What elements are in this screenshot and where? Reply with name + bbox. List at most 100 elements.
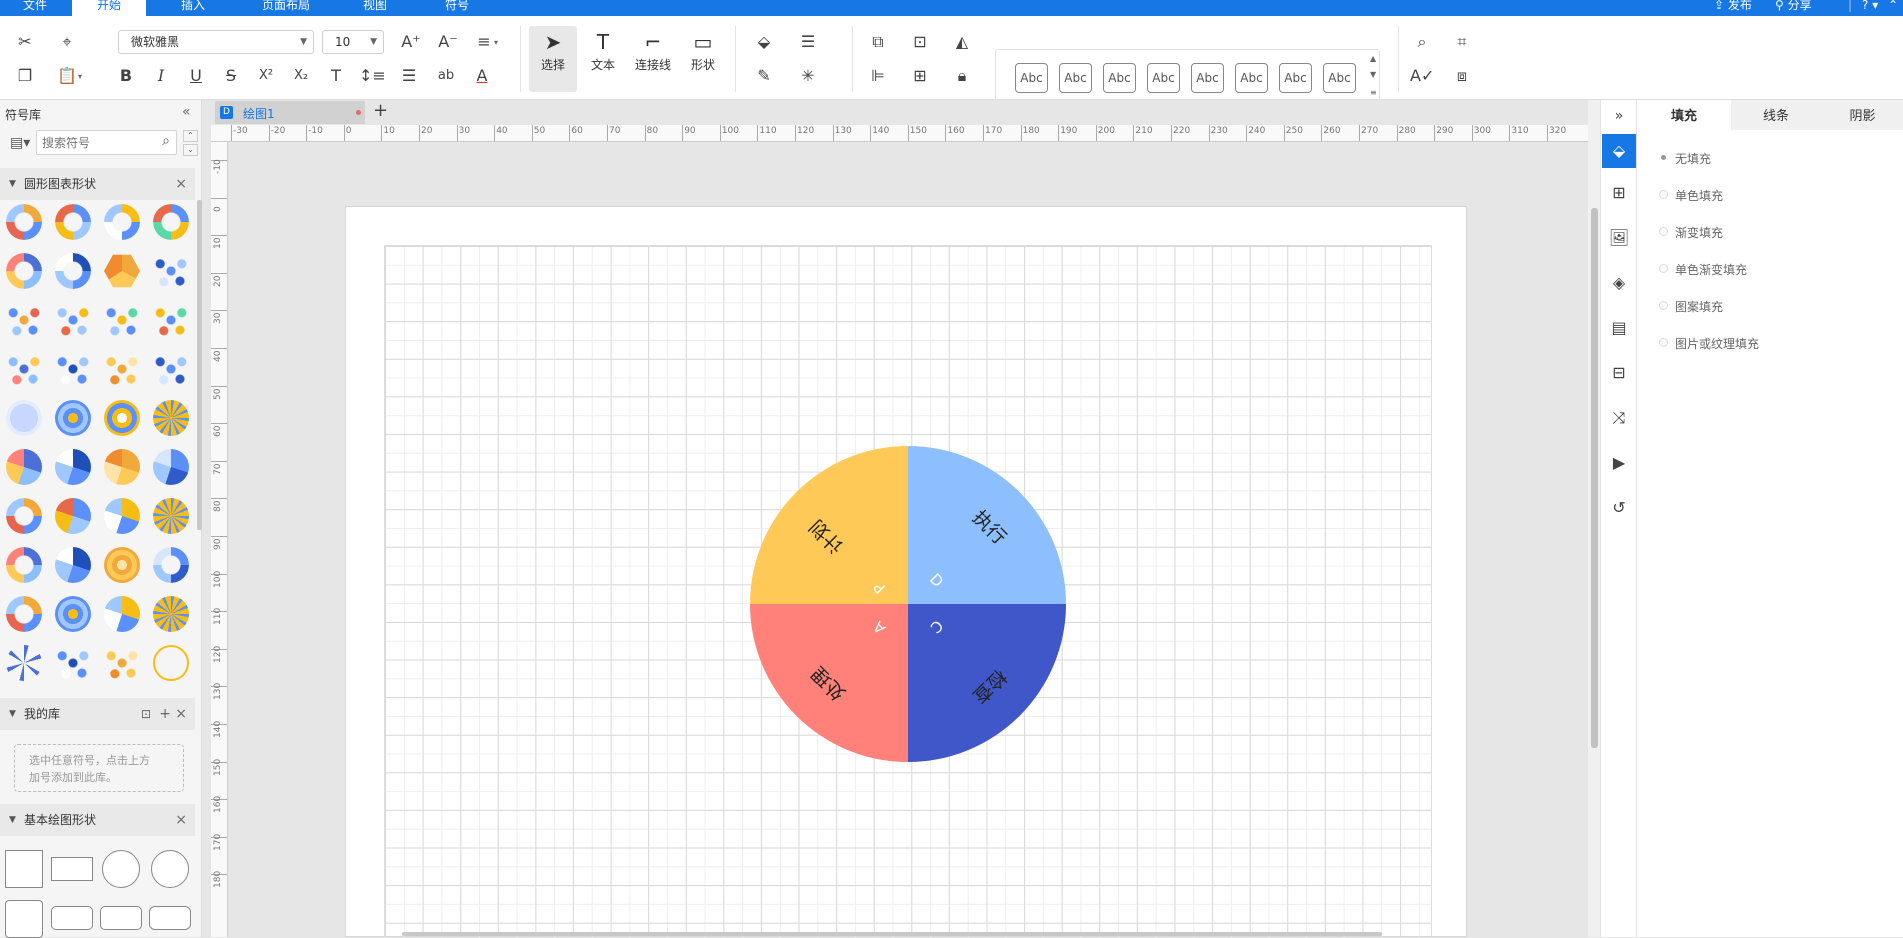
circle-chart-thumbnail[interactable] — [104, 254, 140, 288]
radio-icon[interactable] — [1659, 264, 1668, 273]
circle-chart-thumbnail[interactable] — [55, 645, 91, 681]
align-objects-icon[interactable]: ⊫ — [866, 64, 890, 88]
close-icon[interactable]: × — [175, 698, 187, 730]
shape-rounded-rectangle[interactable] — [51, 906, 93, 930]
section-header-my-library[interactable]: ▼ 我的库 ⊡ + × — [0, 698, 195, 730]
circle-chart-thumbnail[interactable] — [55, 596, 91, 632]
style-preset-5[interactable]: Abc — [1191, 63, 1224, 93]
menu-tab-symbol[interactable]: 符号 — [440, 0, 474, 16]
library-manage-icon[interactable]: ▤▾ — [10, 135, 30, 151]
gallery-more-icon[interactable]: ≡ — [1370, 88, 1377, 97]
fill-bucket-icon[interactable]: ⬙ — [752, 30, 776, 54]
paste-dropdown-icon[interactable]: ▾ — [78, 72, 82, 81]
circle-chart-thumbnail[interactable] — [153, 204, 189, 240]
collapse-panel-icon[interactable]: « — [182, 104, 191, 120]
circle-chart-thumbnail[interactable] — [153, 253, 189, 289]
horizontal-scrollbar[interactable] — [402, 932, 1382, 936]
shuffle-icon[interactable]: ⤨ — [1607, 406, 1631, 430]
collapse-ribbon-icon[interactable]: ⌃ — [1888, 0, 1898, 16]
crop-icon[interactable]: ⌗ — [1450, 30, 1474, 54]
bring-front-icon[interactable]: ⧉ — [866, 30, 890, 54]
shape-rectangle[interactable] — [51, 857, 93, 881]
underline-icon[interactable]: U — [184, 64, 208, 88]
fill-panel-icon[interactable]: ⬙ — [1602, 134, 1636, 168]
style-preset-4[interactable]: Abc — [1147, 63, 1180, 93]
align-icon[interactable]: ≡ — [472, 30, 496, 54]
italic-icon[interactable]: I — [149, 64, 173, 88]
text-transform-icon[interactable]: T — [324, 64, 348, 88]
left-panel-scrollbar[interactable] — [197, 200, 202, 530]
shape-rounded-square[interactable] — [5, 900, 43, 938]
radio-icon[interactable] — [1659, 227, 1668, 236]
pen-icon[interactable]: ✎ — [752, 64, 776, 88]
bold-icon[interactable]: B — [114, 64, 138, 88]
scroll-down-icon[interactable]: ⌄ — [183, 144, 198, 156]
find-replace-icon[interactable]: ⌕ — [1410, 30, 1434, 54]
spell-check-icon[interactable]: A✓ — [1410, 64, 1434, 88]
gallery-down-icon[interactable]: ▼ — [1370, 70, 1376, 79]
effects-icon[interactable]: ✳ — [796, 64, 820, 88]
menu-tab-page-layout[interactable]: 页面布局 — [258, 0, 314, 16]
style-preset-6[interactable]: Abc — [1235, 63, 1268, 93]
circle-chart-thumbnail[interactable] — [6, 400, 42, 436]
group-icon[interactable]: ⊡ — [908, 30, 932, 54]
line-style-icon[interactable]: ☰ — [796, 30, 820, 54]
circle-chart-thumbnail[interactable] — [6, 204, 42, 240]
vertical-scrollbar-thumb[interactable] — [1591, 208, 1598, 748]
circle-chart-thumbnail[interactable] — [55, 400, 91, 436]
gallery-up-icon[interactable]: ▲ — [1370, 54, 1376, 63]
close-icon[interactable]: × — [175, 804, 187, 836]
circle-chart-thumbnail[interactable] — [104, 449, 140, 485]
image-icon[interactable]: 🖼︎ — [1607, 226, 1631, 250]
pdca-diagram[interactable]: 计划 执行 检查 处理 P D C A — [748, 444, 1068, 764]
font-color-icon[interactable]: A — [470, 64, 494, 88]
symbol-search-input[interactable] — [42, 134, 150, 151]
tab-line[interactable]: 线条 — [1731, 100, 1821, 130]
circle-chart-thumbnail[interactable] — [55, 253, 91, 289]
cut-icon[interactable]: ✂ — [13, 30, 37, 54]
fill-option-gradient[interactable]: 渐变填充 — [1657, 224, 1723, 241]
radio-icon[interactable] — [1659, 301, 1668, 310]
expand-panel-icon[interactable]: » — [1607, 104, 1631, 128]
circle-chart-thumbnail[interactable] — [55, 351, 91, 387]
font-grow-icon[interactable]: A⁺ — [399, 30, 423, 54]
menu-tab-view[interactable]: 视图 — [358, 0, 392, 16]
paste-icon[interactable]: 📋 — [55, 64, 79, 88]
fill-option-solid[interactable]: 单色填充 — [1657, 187, 1723, 204]
style-preset-7[interactable]: Abc — [1279, 63, 1312, 93]
circle-chart-thumbnail[interactable] — [55, 449, 91, 485]
circle-chart-thumbnail[interactable] — [6, 449, 42, 485]
circle-chart-thumbnail[interactable] — [55, 498, 91, 534]
circle-chart-thumbnail[interactable] — [6, 498, 42, 534]
style-preset-2[interactable]: Abc — [1059, 63, 1092, 93]
radio-checked-icon[interactable] — [1661, 155, 1666, 160]
circle-chart-thumbnail[interactable] — [153, 400, 189, 436]
menu-tab-insert[interactable]: 插入 — [176, 0, 210, 16]
format-painter-icon[interactable]: ⌖ — [55, 30, 79, 54]
share-button[interactable]: ⚲ 分享 — [1775, 0, 1812, 16]
page-icon[interactable]: ▤ — [1607, 316, 1631, 340]
fill-option-mono-gradient[interactable]: 单色渐变填充 — [1657, 261, 1747, 278]
menu-tab-home[interactable]: 开始 — [72, 0, 146, 16]
flip-icon[interactable]: ◭ — [950, 30, 974, 54]
circle-chart-thumbnail[interactable] — [153, 596, 189, 632]
tab-shadow[interactable]: 阴影 — [1821, 100, 1903, 130]
close-icon[interactable]: × — [175, 168, 187, 200]
circle-chart-thumbnail[interactable] — [55, 547, 91, 583]
font-family-select[interactable]: 微软雅黑 ▼ — [118, 30, 314, 54]
circle-chart-thumbnail[interactable] — [104, 596, 140, 632]
superscript-icon[interactable]: X² — [254, 64, 278, 88]
section-header-circle-charts[interactable]: ▼ 圆形图表形状 × — [0, 168, 195, 200]
search-icon[interactable]: ⌕ — [162, 133, 170, 149]
circle-chart-thumbnail[interactable] — [153, 449, 189, 485]
circle-chart-thumbnail[interactable] — [153, 645, 189, 681]
style-preset-8[interactable]: Abc — [1323, 63, 1356, 93]
circle-chart-thumbnail[interactable] — [55, 302, 91, 338]
doc-tab-drawing1[interactable]: D 绘图1 — [215, 101, 365, 124]
text-tool-button[interactable]: T 文本 — [579, 26, 627, 72]
line-spacing-icon[interactable]: ↕≡ — [359, 64, 386, 88]
circle-chart-thumbnail[interactable] — [104, 547, 140, 583]
connector-tool-button[interactable]: ⌐ 连接线 — [629, 26, 677, 72]
bullet-list-icon[interactable]: ☰ — [397, 64, 421, 88]
data-icon[interactable]: ⊟ — [1607, 361, 1631, 385]
